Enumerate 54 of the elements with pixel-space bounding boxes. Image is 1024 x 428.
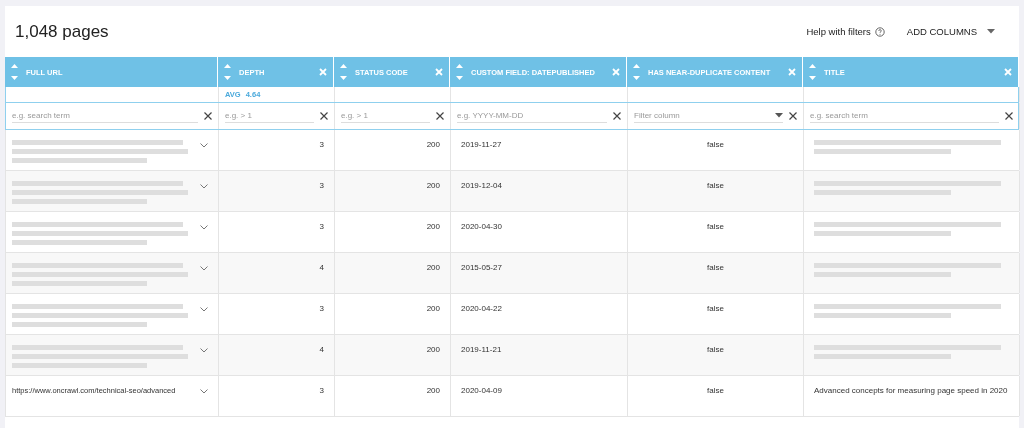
status-code: 200 [426, 263, 440, 272]
clear-icon[interactable] [320, 112, 328, 120]
boolean-value: false [707, 140, 724, 149]
filter-input[interactable]: e.g. search term [12, 109, 198, 123]
boolean-value: false [707, 386, 724, 395]
page-title: 1,048 pages [15, 21, 109, 42]
boolean-value: false [707, 263, 724, 272]
chevron-down-icon[interactable] [200, 307, 208, 312]
clear-icon[interactable] [1005, 112, 1013, 120]
depth-value: 4 [319, 345, 324, 354]
status-code: 200 [426, 181, 440, 190]
date-value: 2019-12-04 [461, 181, 502, 190]
depth-value: 3 [319, 222, 324, 231]
chevron-down-icon[interactable] [200, 143, 208, 148]
clear-icon[interactable] [204, 112, 212, 120]
status-code: 200 [426, 386, 440, 395]
date-value: 2020-04-09 [461, 386, 502, 395]
date-value: 2020-04-30 [461, 222, 502, 231]
caret-icon [987, 29, 995, 34]
date-value: 2019-11-21 [461, 345, 502, 354]
clear-icon[interactable] [613, 112, 621, 120]
add-columns-button[interactable]: ADD COLUMNS [906, 26, 995, 37]
clear-icon[interactable] [436, 112, 444, 120]
filter-input[interactable]: e.g. > 1 [341, 109, 430, 123]
boolean-value: false [707, 345, 724, 354]
date-value: 2019-11-27 [461, 140, 502, 149]
filter-input[interactable]: e.g. YYYY-MM-DD [457, 109, 607, 123]
chevron-down-icon[interactable] [200, 184, 208, 189]
filter-dropdown[interactable]: Filter column [634, 109, 783, 123]
filter-input[interactable]: e.g. > 1 [225, 109, 314, 123]
chevron-down-icon[interactable] [200, 266, 208, 271]
chevron-down-icon[interactable] [200, 348, 208, 353]
boolean-value: false [707, 181, 724, 190]
status-code: 200 [426, 345, 440, 354]
status-code: 200 [426, 304, 440, 313]
help-link[interactable]: Help with filters [806, 26, 885, 37]
depth-value: 3 [319, 181, 324, 190]
clear-icon[interactable] [789, 112, 797, 120]
chevron-down-icon[interactable] [200, 225, 208, 230]
depth-value: 3 [319, 304, 324, 313]
depth-value: 4 [319, 263, 324, 272]
date-value: 2020-04-22 [461, 304, 502, 313]
status-code: 200 [426, 140, 440, 149]
depth-value: 3 [319, 386, 324, 395]
filter-input[interactable]: e.g. search term [810, 109, 999, 123]
boolean-value: false [707, 304, 724, 313]
title-text: Advanced concepts for measuring page speed in 2020 [814, 386, 1008, 395]
caret-icon [775, 113, 783, 118]
status-code: 200 [426, 222, 440, 231]
date-value: 2015-05-27 [461, 263, 502, 272]
depth-value: 3 [319, 140, 324, 149]
help-icon [874, 26, 885, 37]
chevron-down-icon[interactable] [200, 389, 208, 394]
boolean-value: false [707, 222, 724, 231]
